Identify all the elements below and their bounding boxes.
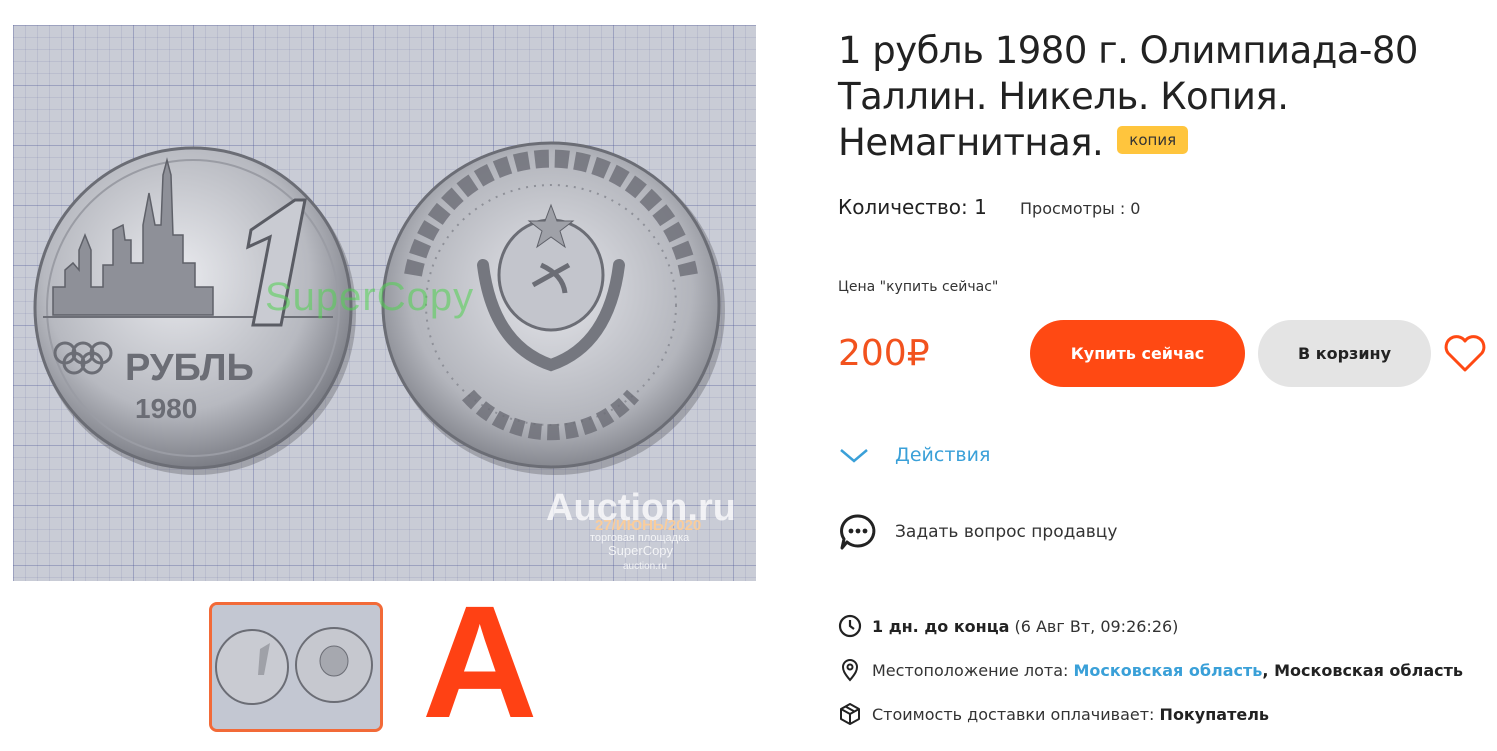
box-icon: [840, 703, 860, 725]
quantity: Количество: 1: [838, 195, 987, 219]
clock-icon: [838, 614, 862, 638]
ask-seller-link[interactable]: Задать вопрос продавцу: [838, 512, 1117, 552]
price-label: Цена "купить сейчас": [838, 279, 999, 295]
thumbnail-coins[interactable]: [209, 602, 383, 732]
shipping-label: Стоимость доставки оплачивает:: [872, 704, 1155, 724]
watermark-seller: SuperCopy: [608, 543, 674, 558]
copy-badge: копия: [1117, 125, 1189, 154]
location-row: Местоположение лота: Московская область,…: [838, 658, 1463, 682]
location-pin-icon: [841, 659, 859, 682]
auction-logo-letter: A: [422, 572, 538, 751]
end-date: (6 Авг Вт, 09:26:26): [1014, 616, 1179, 636]
thumbnail-auction-logo[interactable]: A: [392, 582, 560, 742]
location-label: Местоположение лота:: [872, 660, 1069, 680]
time-left: 1 дн. до конца: [872, 616, 1010, 636]
add-to-cart-button[interactable]: В корзину: [1258, 320, 1431, 387]
heart-icon[interactable]: [1443, 334, 1487, 374]
time-left-row: 1 дн. до конца (6 Авг Вт, 09:26:26): [838, 614, 1178, 638]
location-city: , Московская область: [1262, 660, 1463, 680]
actions-dropdown[interactable]: Действия: [838, 440, 990, 470]
actions-label: Действия: [895, 444, 991, 466]
main-product-photo[interactable]: РУБЛЬ 1980 SuperCopy Auction.ru 27/ИЮНЬ/…: [13, 25, 756, 581]
coin-year-text: 1980: [135, 393, 197, 424]
lot-title: 1 рубль 1980 г. Олимпиада-80 Таллин. Ник…: [838, 28, 1458, 166]
coin-currency-text: РУБЛЬ: [125, 347, 254, 389]
buy-now-button[interactable]: Купить сейчас: [1030, 320, 1245, 387]
views-count: Просмотры : 0: [1020, 199, 1141, 218]
chevron-down-icon: [840, 449, 868, 463]
price: 200₽: [838, 333, 930, 374]
watermark-url: auction.ru: [623, 561, 667, 572]
ask-seller-label: Задать вопрос продавцу: [895, 522, 1118, 542]
location-region-link[interactable]: Московская область: [1074, 661, 1263, 680]
shipping-row: Стоимость доставки оплачивает: Покупател…: [838, 702, 1269, 726]
chat-icon: [840, 514, 876, 550]
watermark-supercopy: SuperCopy: [265, 275, 475, 319]
shipping-payer: Покупатель: [1159, 704, 1270, 724]
